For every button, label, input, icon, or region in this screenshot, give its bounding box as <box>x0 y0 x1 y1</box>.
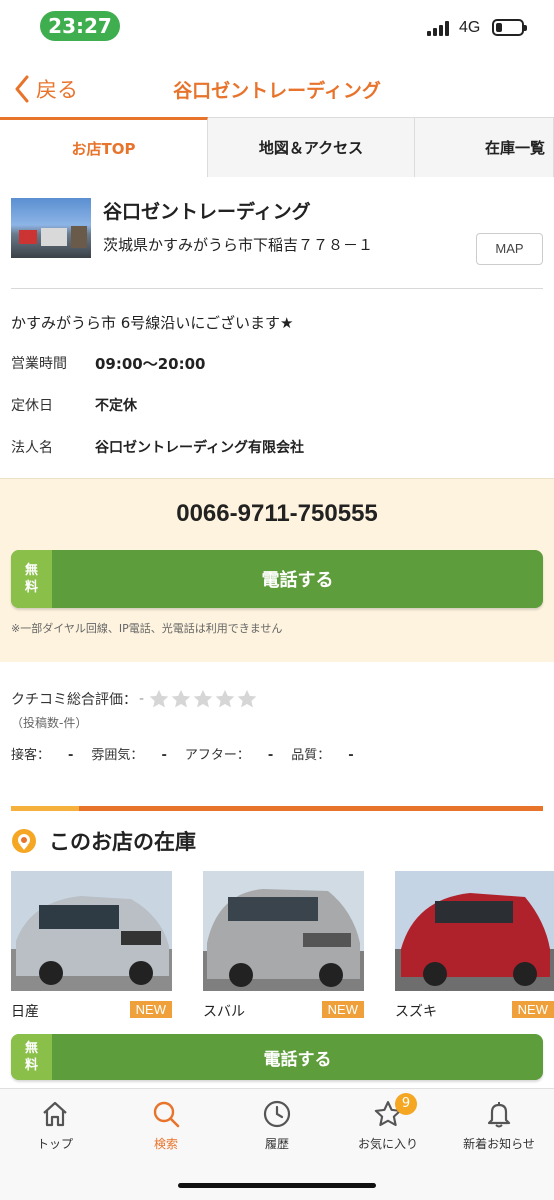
signal-icon <box>427 20 453 36</box>
info-key: 定休日 <box>11 398 53 414</box>
review-item: 雰囲気： - <box>91 748 167 763</box>
shop-photo <box>11 198 91 258</box>
search-icon <box>153 1101 180 1128</box>
nav-notifications[interactable]: 新着お知らせ <box>444 1099 554 1152</box>
new-badge: NEW <box>511 1001 554 1018</box>
tab-stock-list[interactable]: 在庫一覧 <box>415 117 554 177</box>
status-time: 23:27 <box>40 11 120 41</box>
status-bar: 23:27 4G <box>0 0 554 52</box>
free-badge-line2: 料 <box>24 1058 38 1073</box>
back-label: 戻る <box>36 78 78 102</box>
info-value: 谷口ゼントレーディング有限会社 <box>95 440 305 456</box>
call-button-label: 電話する <box>263 1049 332 1070</box>
review-item: アフター： - <box>184 748 274 763</box>
info-row-company: 法人名 谷口ゼントレーディング有限会社 <box>11 437 304 457</box>
info-row-holiday: 定休日 不定休 <box>11 395 137 415</box>
star-icon <box>171 689 191 708</box>
nav-label: 検索 <box>153 1137 178 1151</box>
info-value: 09:00〜20:00 <box>95 355 206 373</box>
tab-map-access[interactable]: 地図＆アクセス <box>208 117 415 177</box>
review-stars <box>148 688 258 710</box>
nav-history[interactable]: 履歴 <box>222 1099 332 1152</box>
review-count: （投稿数-件） <box>11 716 88 730</box>
car-photo <box>11 871 172 991</box>
review-item: 接客： - <box>11 748 74 763</box>
nav-top[interactable]: トップ <box>0 1099 110 1152</box>
shop-catch-copy: かすみがうら市 6号線沿いにございます★ <box>11 314 294 332</box>
car-photo <box>203 871 364 991</box>
free-badge-line1: 無 <box>24 563 38 578</box>
review-score: - <box>139 691 145 707</box>
back-button[interactable]: 戻る <box>14 74 78 104</box>
car-card[interactable]: スズキ NEW <box>395 871 554 1020</box>
home-indicator <box>178 1183 376 1188</box>
nav-label: トップ <box>36 1137 73 1151</box>
info-row-hours: 営業時間 09:00〜20:00 <box>11 353 206 374</box>
chevron-left-icon <box>15 75 29 103</box>
location-pin-icon <box>12 829 36 853</box>
shop-name: 谷口ゼントレーディング <box>103 201 311 223</box>
map-button[interactable]: MAP <box>476 233 543 265</box>
clock-icon <box>263 1100 291 1128</box>
free-badge: 無 料 <box>11 550 52 608</box>
tab-shop-top[interactable]: お店TOP <box>0 117 208 177</box>
stock-title: このお店の在庫 <box>49 830 196 854</box>
phone-number[interactable]: 0066-9711-750555 <box>0 500 554 528</box>
car-maker: スバル <box>203 1004 245 1020</box>
nav-label: 新着お知らせ <box>463 1137 535 1151</box>
bell-icon <box>487 1102 511 1128</box>
star-icon <box>215 689 235 708</box>
nav-search[interactable]: 検索 <box>111 1099 221 1152</box>
info-value: 不定休 <box>95 398 137 414</box>
free-badge: 無 料 <box>11 1034 52 1080</box>
network-label: 4G <box>459 19 481 36</box>
free-badge-line1: 無 <box>24 1041 38 1056</box>
nav-favorites[interactable]: お気に入り 9 <box>333 1093 443 1152</box>
sticky-call-button[interactable]: 無 料 電話する <box>11 1034 543 1080</box>
stock-heading: このお店の在庫 <box>11 826 196 856</box>
star-icon <box>237 689 257 708</box>
shop-address: 茨城県かすみがうら市下稲吉７７８－１ <box>103 236 374 254</box>
call-button-label: 電話する <box>261 570 334 591</box>
home-icon <box>43 1101 67 1127</box>
review-summary: クチコミ総合評価： - <box>11 688 258 710</box>
car-card[interactable]: 日産 NEW <box>11 871 172 1020</box>
stock-divider <box>11 806 543 811</box>
battery-icon <box>492 19 527 36</box>
call-button[interactable]: 無 料 電話する <box>11 550 543 608</box>
star-icon <box>193 689 213 708</box>
call-note: ※一部ダイヤル回線、IP電話、光電話は利用できません <box>11 622 283 635</box>
divider <box>11 288 543 289</box>
new-badge: NEW <box>129 1001 172 1018</box>
info-key: 法人名 <box>11 440 53 456</box>
info-key: 営業時間 <box>11 356 67 372</box>
free-badge-line2: 料 <box>24 580 38 595</box>
favorites-count-badge: 9 <box>395 1093 417 1115</box>
new-badge: NEW <box>321 1001 364 1018</box>
car-maker: スズキ <box>395 1004 437 1020</box>
review-item: 品質： - <box>291 748 354 763</box>
header: 戻る 谷口ゼントレーディング <box>0 60 554 118</box>
tab-bar: お店TOP 地図＆アクセス 在庫一覧 <box>0 117 554 177</box>
nav-label: お気に入り <box>357 1137 418 1151</box>
review-breakdown: 接客： - 雰囲気： - アフター： - 品質： - <box>11 744 372 763</box>
car-maker: 日産 <box>11 1004 39 1020</box>
nav-label: 履歴 <box>264 1137 289 1151</box>
star-icon <box>149 689 169 708</box>
page-title: 谷口ゼントレーディング <box>173 80 381 102</box>
review-title: クチコミ総合評価： <box>11 692 137 708</box>
car-photo <box>395 871 554 991</box>
car-card[interactable]: スバル NEW <box>203 871 364 1020</box>
